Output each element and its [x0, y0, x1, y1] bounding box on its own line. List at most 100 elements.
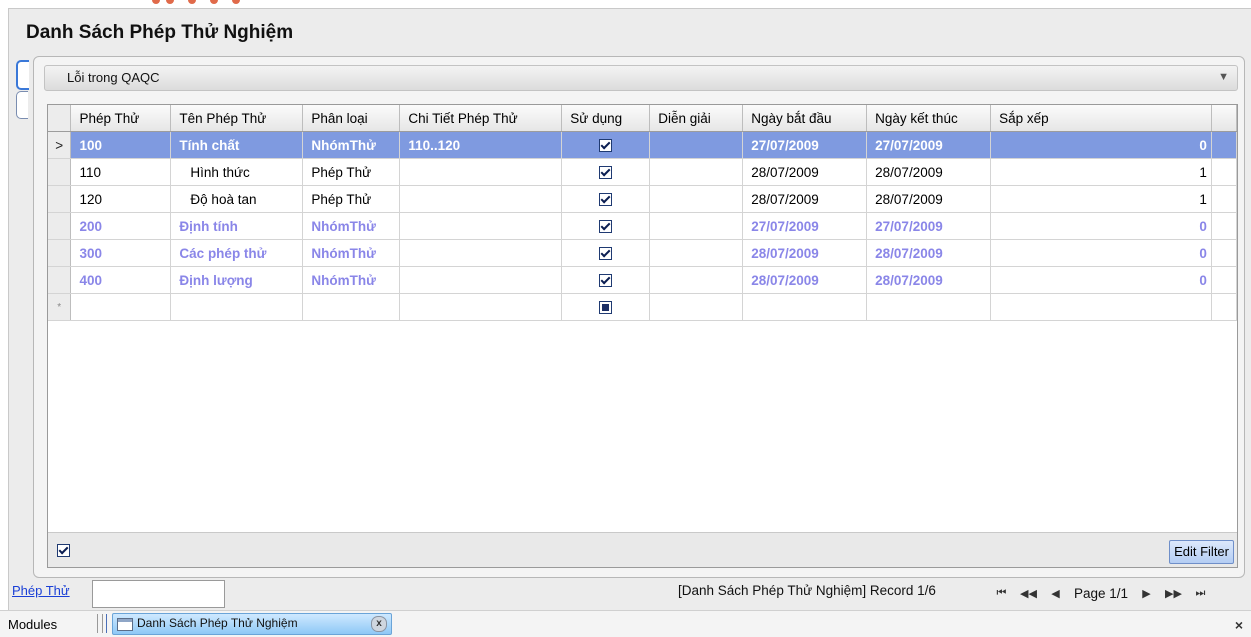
- col-header-ten-phep-thu[interactable]: Tên Phép Thử: [170, 105, 304, 132]
- used-checkbox[interactable]: [599, 247, 613, 261]
- cell-type[interactable]: NhómThử: [302, 239, 401, 267]
- cell-start-date[interactable]: 28/07/2009: [742, 239, 868, 267]
- new-cell-desc[interactable]: [649, 293, 744, 321]
- prev-record-icon[interactable]: ◀: [1042, 587, 1069, 600]
- cell-start-date[interactable]: 28/07/2009: [742, 158, 868, 186]
- cell-type[interactable]: Phép Thử: [302, 185, 401, 213]
- cell-detail[interactable]: [399, 239, 563, 267]
- cell-end-date[interactable]: 27/07/2009: [866, 131, 992, 159]
- used-checkbox[interactable]: [599, 193, 613, 207]
- filter-enable-checkbox[interactable]: [57, 544, 70, 557]
- used-checkbox-indeterminate[interactable]: [599, 301, 613, 315]
- cell-desc[interactable]: [649, 266, 744, 294]
- cell-name[interactable]: Hình thức: [170, 158, 304, 186]
- cell-detail[interactable]: [399, 158, 563, 186]
- col-header-phan-loai[interactable]: Phân loại: [302, 105, 401, 132]
- prev-page-icon[interactable]: ◀◀: [1015, 587, 1042, 600]
- table-row[interactable]: 110 Hình thức Phép Thử 28/07/2009 28/07/…: [48, 158, 1237, 186]
- new-cell-used[interactable]: [561, 293, 651, 321]
- last-record-icon[interactable]: ⏭: [1187, 587, 1214, 600]
- table-row[interactable]: 120 Độ hoà tan Phép Thử 28/07/2009 28/07…: [48, 185, 1237, 213]
- cell-name[interactable]: Các phép thử: [170, 239, 304, 267]
- cell-type[interactable]: NhómThử: [302, 212, 401, 240]
- new-cell-start-date[interactable]: [742, 293, 868, 321]
- cell-used[interactable]: [561, 158, 651, 186]
- table-row[interactable]: 300 Các phép thử NhómThử 28/07/2009 28/0…: [48, 239, 1237, 267]
- cell-desc[interactable]: [649, 212, 744, 240]
- cell-detail[interactable]: [399, 266, 563, 294]
- col-header-su-dung[interactable]: Sử dụng: [561, 105, 651, 132]
- used-checkbox[interactable]: [599, 220, 613, 234]
- cell-name[interactable]: Định lượng: [170, 266, 304, 294]
- col-header-sap-xep[interactable]: Sắp xếp: [990, 105, 1212, 132]
- used-checkbox[interactable]: [599, 274, 613, 288]
- new-cell-sort[interactable]: [990, 293, 1212, 321]
- cell-sort[interactable]: 0: [990, 239, 1212, 267]
- next-page-icon[interactable]: ▶▶: [1160, 587, 1187, 600]
- cell-name[interactable]: Độ hoà tan: [170, 185, 304, 213]
- task-tab-danh-sach[interactable]: Danh Sách Phép Thử Nghiệm x: [112, 613, 392, 635]
- cell-end-date[interactable]: 27/07/2009: [866, 212, 992, 240]
- cell-sort[interactable]: 1: [990, 158, 1212, 186]
- new-cell-detail[interactable]: [399, 293, 563, 321]
- cell-code[interactable]: 120: [70, 185, 172, 213]
- cell-end-date[interactable]: 28/07/2009: [866, 239, 992, 267]
- cell-type[interactable]: NhómThử: [302, 266, 401, 294]
- col-header-phep-thu[interactable]: Phép Thử: [70, 105, 172, 132]
- cell-sort[interactable]: 1: [990, 185, 1212, 213]
- cell-detail[interactable]: 110..120: [399, 131, 563, 159]
- cell-desc[interactable]: [649, 131, 744, 159]
- next-record-icon[interactable]: ▶: [1133, 587, 1160, 600]
- used-checkbox[interactable]: [599, 166, 613, 180]
- cell-used[interactable]: [561, 212, 651, 240]
- cell-end-date[interactable]: 28/07/2009: [866, 266, 992, 294]
- used-checkbox[interactable]: [599, 139, 613, 153]
- new-cell-code[interactable]: [70, 293, 172, 321]
- col-header-dien-giai[interactable]: Diễn giải: [649, 105, 744, 132]
- cell-used[interactable]: [561, 266, 651, 294]
- cell-name[interactable]: Định tính: [170, 212, 304, 240]
- cell-desc[interactable]: [649, 158, 744, 186]
- cell-detail[interactable]: [399, 185, 563, 213]
- cell-used[interactable]: [561, 131, 651, 159]
- edit-filter-button[interactable]: Edit Filter: [1169, 540, 1234, 564]
- cell-detail[interactable]: [399, 212, 563, 240]
- cell-code[interactable]: 300: [70, 239, 172, 267]
- cell-desc[interactable]: [649, 239, 744, 267]
- close-tab-icon[interactable]: x: [371, 616, 387, 632]
- cell-desc[interactable]: [649, 185, 744, 213]
- cell-sort[interactable]: 0: [990, 131, 1212, 159]
- cell-code[interactable]: 200: [70, 212, 172, 240]
- cell-start-date[interactable]: 27/07/2009: [742, 212, 868, 240]
- cell-end-date[interactable]: 28/07/2009: [866, 185, 992, 213]
- cell-end-date[interactable]: 28/07/2009: [866, 158, 992, 186]
- close-all-icon[interactable]: ×: [1235, 617, 1243, 633]
- cell-sort[interactable]: 0: [990, 212, 1212, 240]
- cell-type[interactable]: Phép Thử: [302, 158, 401, 186]
- first-record-icon[interactable]: ⏮: [988, 587, 1015, 600]
- phep-thu-input[interactable]: [92, 580, 225, 608]
- group-header[interactable]: Lỗi trong QAQC ▼: [44, 65, 1238, 91]
- new-cell-name[interactable]: [170, 293, 304, 321]
- col-header-ngay-ket-thuc[interactable]: Ngày kết thúc: [866, 105, 992, 132]
- cell-name[interactable]: Tính chất: [170, 131, 304, 159]
- table-row[interactable]: 200 Định tính NhómThử 27/07/2009 27/07/2…: [48, 212, 1237, 240]
- new-cell-end-date[interactable]: [866, 293, 992, 321]
- cell-start-date[interactable]: 28/07/2009: [742, 185, 868, 213]
- new-row[interactable]: *: [48, 293, 1237, 321]
- col-header-chi-tiet[interactable]: Chi Tiết Phép Thử: [399, 105, 563, 132]
- side-tab-1[interactable]: [16, 60, 29, 90]
- table-row[interactable]: 400 Định lượng NhómThử 28/07/2009 28/07/…: [48, 266, 1237, 294]
- cell-code[interactable]: 400: [70, 266, 172, 294]
- new-cell-type[interactable]: [302, 293, 401, 321]
- cell-type[interactable]: NhómThử: [302, 131, 401, 159]
- col-header-ngay-bat-dau[interactable]: Ngày bắt đầu: [742, 105, 868, 132]
- table-row[interactable]: > 100 Tính chất NhómThử 110..120 27/07/2…: [48, 131, 1237, 159]
- cell-used[interactable]: [561, 185, 651, 213]
- cell-start-date[interactable]: 28/07/2009: [742, 266, 868, 294]
- side-tab-2[interactable]: [16, 91, 28, 119]
- field-link-phep-thu[interactable]: Phép Thử: [12, 583, 70, 598]
- cell-code[interactable]: 100: [70, 131, 172, 159]
- collapse-caret-icon[interactable]: ▼: [1218, 71, 1229, 83]
- cell-code[interactable]: 110: [70, 158, 172, 186]
